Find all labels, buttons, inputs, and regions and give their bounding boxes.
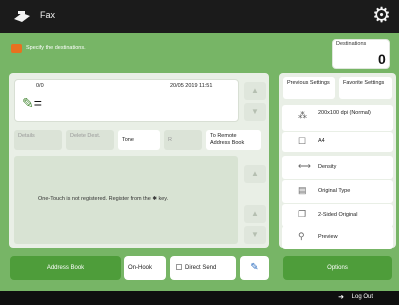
- direct-send-label: Direct Send: [185, 265, 217, 271]
- chevron-down-icon: ▼: [251, 230, 259, 239]
- onetouch-scroll-up-2[interactable]: ▲: [244, 205, 266, 223]
- to-remote-address-book-button[interactable]: To Remote Address Book: [206, 130, 261, 150]
- top-bar: [0, 0, 399, 33]
- number-value: =: [33, 95, 42, 111]
- size-setting[interactable]: ☐ A4: [282, 132, 393, 152]
- destinations-label: Destinations: [336, 41, 367, 47]
- resolution-value: 200x100 dpi (Normal): [318, 110, 371, 116]
- destinations-count: 0: [378, 51, 386, 67]
- one-touch-message: One-Touch is not registered. Register fr…: [38, 196, 169, 202]
- preview-label: Preview: [318, 234, 338, 240]
- original-type-label: Original Type: [318, 188, 351, 194]
- original-type-button[interactable]: ▤ Original Type: [282, 180, 393, 203]
- r-button[interactable]: R: [164, 130, 202, 150]
- chevron-up-icon: ▲: [251, 209, 259, 218]
- on-hook-button[interactable]: On-Hook: [124, 256, 166, 280]
- onetouch-scroll-down[interactable]: ▼: [244, 226, 266, 244]
- chevron-up-icon: ▲: [251, 86, 259, 95]
- gear-icon[interactable]: ⚙: [372, 5, 391, 26]
- app-title: Fax: [40, 10, 56, 20]
- density-label: Density: [318, 164, 337, 170]
- size-value: A4: [318, 138, 325, 144]
- chevron-up-icon: ▲: [251, 169, 259, 178]
- sided-original-button[interactable]: ❐ 2-Sided Original: [282, 204, 393, 227]
- density-icon: ⟷: [298, 161, 311, 171]
- density-button[interactable]: ⟷ Density: [282, 156, 393, 179]
- datetime: 20/05 2019 11:51: [170, 83, 213, 89]
- logout-button[interactable]: Log Out: [352, 294, 373, 300]
- favorite-settings-button[interactable]: Favorite Settings: [339, 77, 392, 99]
- resolution-setting[interactable]: ⁂ 200x100 dpi (Normal): [282, 105, 393, 131]
- fax-icon: [14, 11, 30, 22]
- resolution-icon: ⁂: [298, 110, 307, 120]
- edit-pen-button[interactable]: ✎: [240, 256, 269, 280]
- pen-icon: ✎: [250, 262, 259, 273]
- checkbox-icon: [176, 264, 182, 271]
- page-size-icon: ☐: [298, 136, 307, 146]
- scroll-up-button[interactable]: ▲: [244, 82, 266, 100]
- previous-settings-button[interactable]: Previous Settings: [283, 77, 335, 99]
- sided-original-icon: ❐: [298, 209, 307, 219]
- status-message: Specify the destinations.: [26, 45, 86, 51]
- scroll-down-button[interactable]: ▼: [244, 103, 266, 121]
- line-number: 0/0: [36, 83, 44, 89]
- tone-button[interactable]: Tone: [118, 130, 160, 150]
- preview-button[interactable]: ⚲ Preview: [282, 226, 393, 249]
- original-type-icon: ▤: [298, 185, 307, 195]
- address-book-button[interactable]: Address Book: [10, 256, 121, 280]
- fax-phone-icon: ✎=: [22, 95, 42, 111]
- warning-icon: [11, 44, 22, 53]
- preview-icon: ⚲: [298, 231, 305, 241]
- direct-send-button[interactable]: Direct Send: [170, 256, 236, 280]
- logout-icon: ➜: [338, 294, 344, 301]
- delete-dest-button[interactable]: Delete Dest.: [66, 130, 114, 150]
- sided-original-label: 2-Sided Original: [318, 212, 358, 218]
- onetouch-scroll-up[interactable]: ▲: [244, 165, 266, 183]
- options-button[interactable]: Options: [283, 256, 392, 280]
- chevron-down-icon: ▼: [251, 107, 259, 116]
- details-button[interactable]: Details: [14, 130, 62, 150]
